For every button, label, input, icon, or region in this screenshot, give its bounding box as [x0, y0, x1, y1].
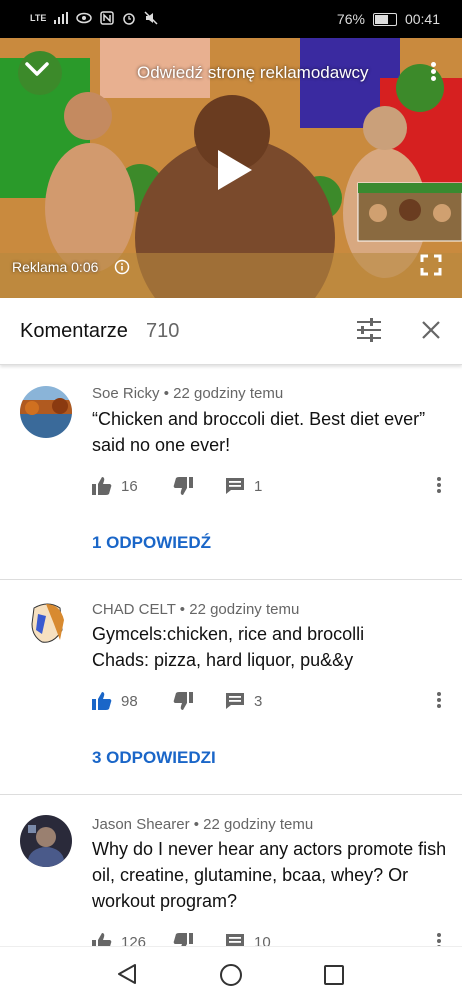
comment-actions: 16 1 [92, 477, 262, 495]
thumbs-down-icon[interactable] [173, 477, 193, 495]
comment-item: Jason Shearer • 22 godziny temu Why do I… [0, 795, 462, 946]
info-icon [114, 259, 130, 275]
reply-icon[interactable] [225, 933, 245, 946]
video-player[interactable]: Odwiedź stronę reklamodawcy Reklama 0:06 [0, 38, 462, 298]
ad-label: Reklama 0:06 [12, 259, 98, 275]
comment-meta: Jason Shearer • 22 godziny temu [92, 816, 314, 833]
play-icon [218, 150, 252, 190]
signal-icon [54, 12, 69, 24]
like-count: 126 [121, 933, 147, 947]
comment-text-line: workout program? [92, 891, 238, 911]
comment-text-line: said no one ever! [92, 435, 231, 455]
thumbs-down-icon[interactable] [173, 692, 193, 710]
comment-author[interactable]: Soe Ricky [92, 385, 160, 402]
reply-count: 10 [254, 933, 271, 947]
battery-icon [372, 12, 397, 26]
comment-meta: Soe Ricky • 22 godziny temu [92, 385, 284, 402]
recents-square-icon [324, 965, 344, 985]
avatar[interactable] [20, 386, 72, 438]
ad-info-button[interactable] [114, 259, 130, 280]
close-comments-button[interactable] [421, 320, 441, 345]
comments-title: Komentarze [20, 320, 128, 342]
chevron-down-icon [25, 62, 49, 76]
fullscreen-button[interactable] [420, 254, 442, 281]
comment-text-line: “Chicken and broccoli diet. Best diet ev… [92, 409, 426, 429]
comment-item: CHAD CELT • 22 godziny temu Gymcels:chic… [0, 580, 462, 794]
comment-menu-button[interactable] [436, 475, 442, 495]
home-button[interactable] [219, 963, 243, 992]
comment-item: Soe Ricky • 22 godziny temu “Chicken and… [0, 364, 462, 579]
comment-actions: 126 10 [92, 933, 271, 946]
back-triangle-icon [118, 964, 136, 984]
back-button[interactable] [116, 963, 138, 990]
thumbs-up-icon[interactable] [92, 933, 112, 946]
thumbs-up-icon[interactable] [92, 692, 112, 710]
comment-text-line: Gymcels:chicken, rice and brocolli [92, 624, 365, 644]
network-label: LTE [30, 13, 47, 23]
thumbs-down-icon[interactable] [173, 933, 193, 946]
fullscreen-icon [420, 254, 442, 276]
alarm-icon [123, 13, 136, 25]
status-bar: LTE 76% 00:41 [0, 0, 462, 38]
mute-icon [144, 11, 158, 25]
recents-button[interactable] [323, 964, 345, 991]
comment-time: 22 godziny temu [203, 816, 314, 833]
comments-header: Komentarze 710 [0, 298, 462, 365]
ad-text: Reklama [12, 259, 68, 275]
video-menu-button[interactable] [430, 60, 436, 81]
comment-text: Gymcels:chicken, rice and brocolli Chads… [92, 621, 447, 673]
avatar[interactable] [20, 815, 72, 867]
battery-percent: 76% [336, 11, 365, 27]
view-replies-button[interactable]: 3 ODPOWIEDZI [92, 748, 216, 768]
comment-author[interactable]: Jason Shearer [92, 816, 190, 833]
comments-count: 710 [146, 320, 180, 342]
reply-icon[interactable] [225, 692, 245, 710]
comment-menu-button[interactable] [436, 931, 442, 946]
sort-button[interactable] [356, 318, 382, 347]
comment-text-line: Why do I never hear any actors promote f… [92, 839, 447, 859]
close-icon [422, 321, 440, 339]
clock: 00:41 [404, 11, 440, 27]
like-count: 98 [121, 692, 138, 710]
comment-actions: 98 3 [92, 692, 262, 710]
like-count: 16 [121, 477, 138, 495]
avatar-image [20, 815, 72, 867]
comment-text-line: Chads: pizza, hard liquor, pu&&y [92, 650, 354, 670]
comment-text: Why do I never hear any actors promote f… [92, 836, 447, 914]
reply-count: 1 [254, 477, 263, 495]
filter-icon [357, 318, 381, 342]
comment-meta: CHAD CELT • 22 godziny temu [92, 601, 300, 618]
avatar[interactable] [20, 600, 72, 652]
comment-text: “Chicken and broccoli diet. Best diet ev… [92, 406, 447, 458]
comment-menu-button[interactable] [436, 690, 442, 710]
home-circle-icon [220, 964, 242, 986]
comment-text-line: oil, creatine, glutamine, bcaa, whey? Or [92, 865, 409, 885]
comment-author[interactable]: CHAD CELT [92, 601, 176, 618]
collapse-button[interactable] [24, 60, 50, 83]
thumbs-up-icon[interactable] [92, 477, 112, 495]
view-replies-button[interactable]: 1 ODPOWIEDŹ [92, 533, 211, 553]
avatar-image [20, 600, 72, 652]
reply-icon[interactable] [225, 477, 245, 495]
avatar-image [20, 386, 72, 438]
play-button[interactable] [216, 148, 254, 197]
comment-time: 22 godziny temu [173, 385, 284, 402]
eye-icon [76, 12, 93, 24]
advertiser-link[interactable]: Odwiedź stronę reklamodawcy [137, 63, 368, 83]
system-nav-bar [0, 946, 462, 1001]
reply-count: 3 [254, 692, 263, 710]
comment-time: 22 godziny temu [189, 601, 300, 618]
nfc-icon [100, 11, 115, 25]
ad-time: 0:06 [71, 259, 99, 275]
